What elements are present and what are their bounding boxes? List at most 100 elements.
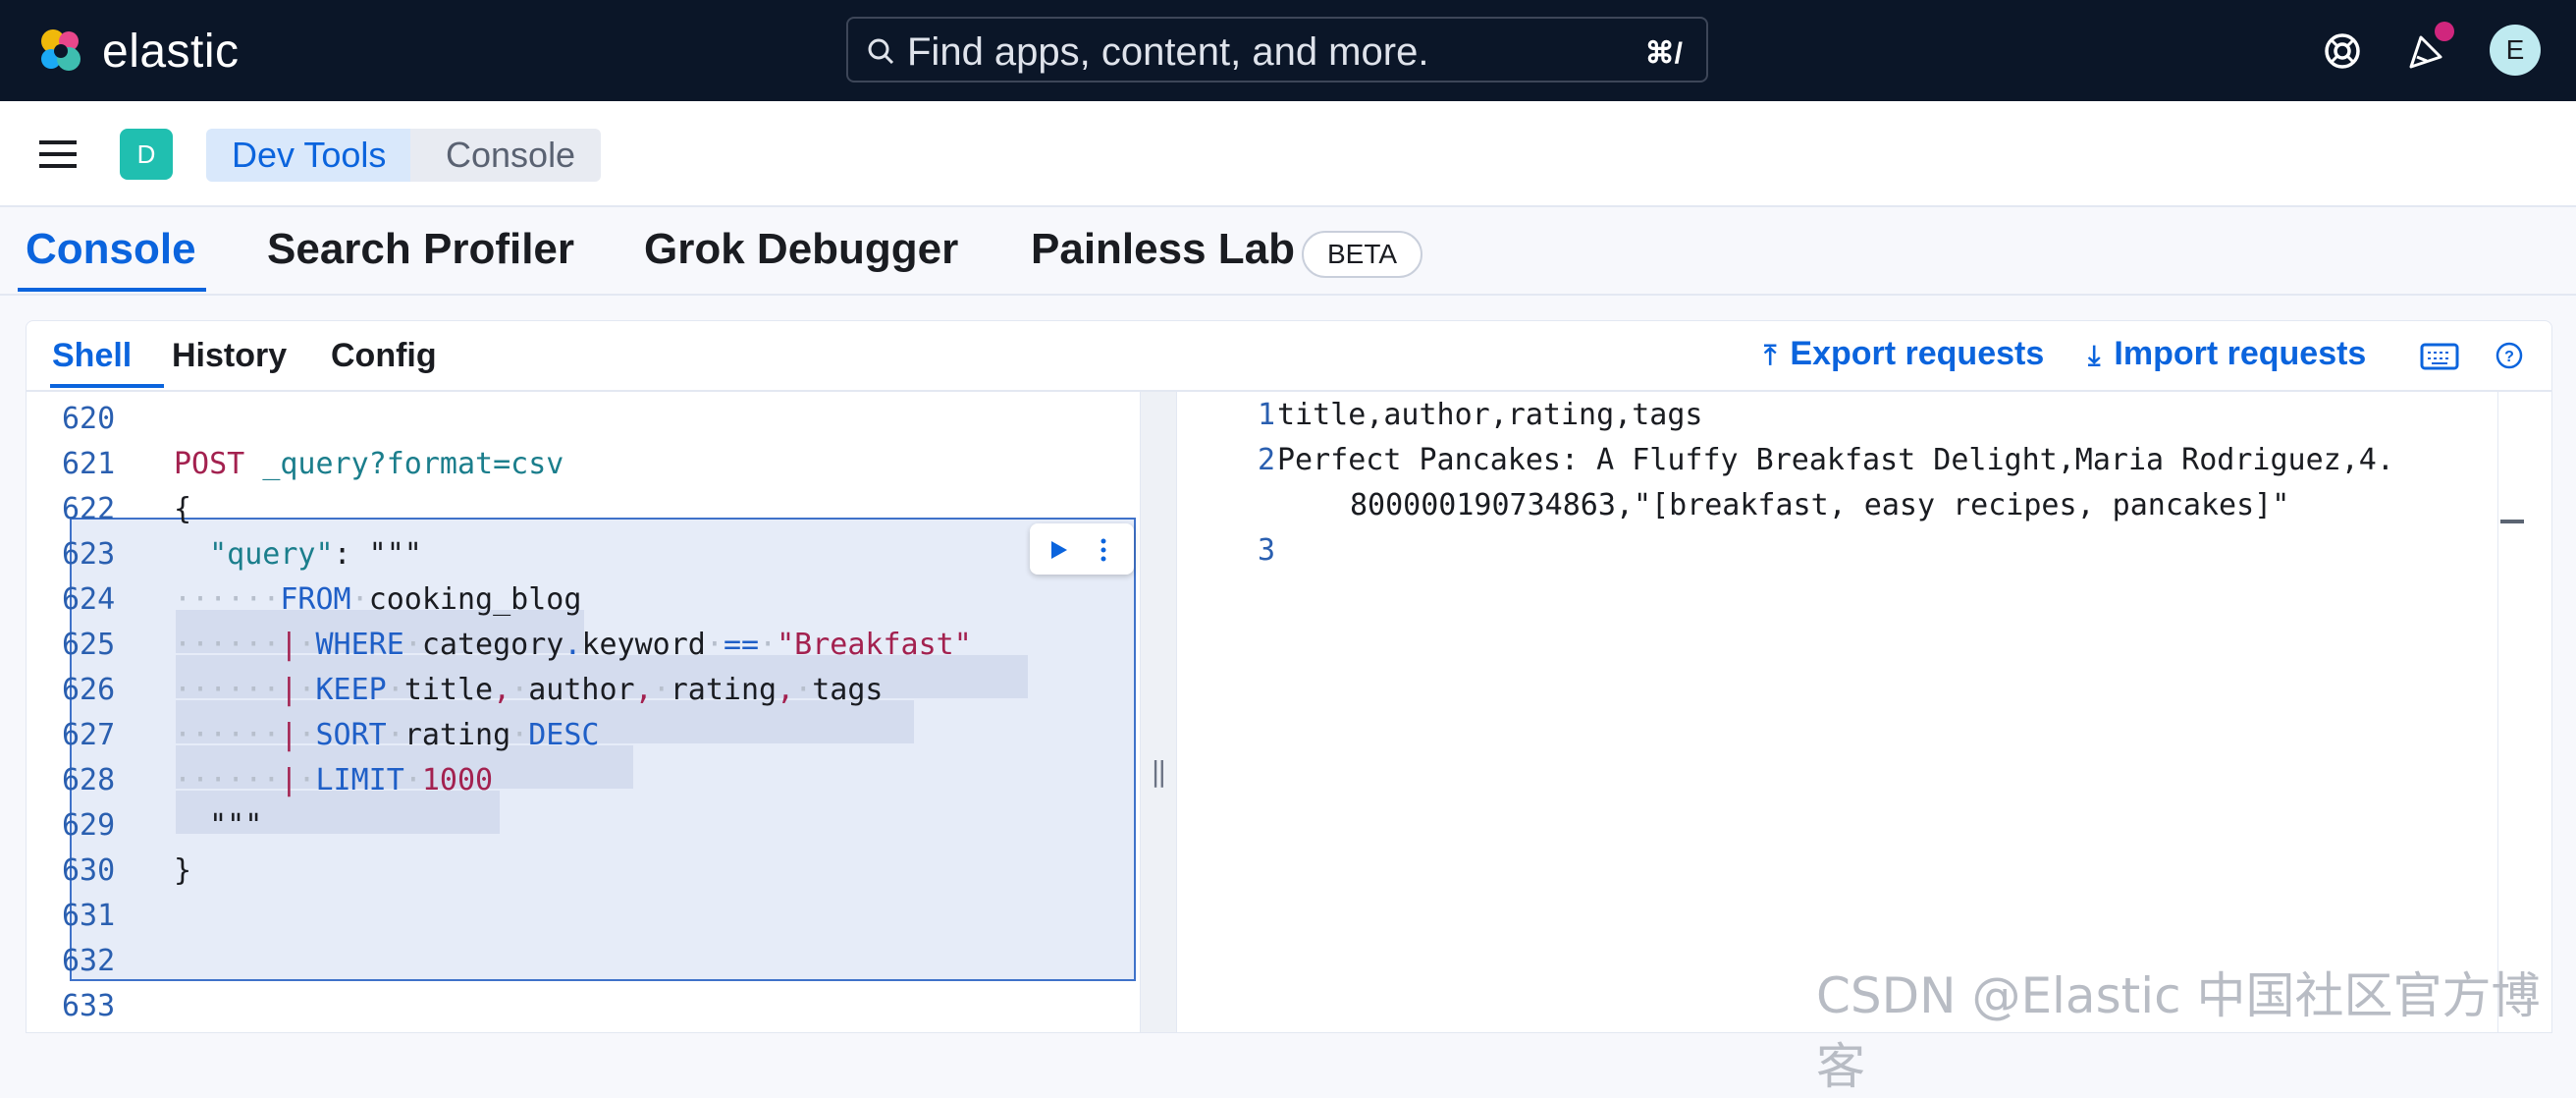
json-key: "query" — [209, 537, 334, 572]
code-line: 626 ······|·KEEP·title,·author,·rating,·… — [62, 673, 884, 707]
export-requests-button[interactable]: ⤒ Export requests — [1764, 335, 2044, 373]
http-method: POST — [174, 447, 245, 481]
code-brace: { — [174, 492, 192, 526]
global-search[interactable]: Find apps, content, and more. ⌘/ — [846, 17, 1708, 82]
import-icon: ⤓ — [2088, 340, 2101, 370]
esql-pipe: | — [280, 628, 298, 662]
line-number: 629 — [62, 808, 116, 843]
esql-subfield: keyword — [581, 628, 706, 662]
subtab-config[interactable]: Config — [331, 337, 437, 375]
line-number: 631 — [62, 899, 116, 933]
top-header: elastic Find apps, content, and more. ⌘/… — [0, 0, 2576, 101]
esql-pipe: | — [280, 763, 298, 797]
notification-dot — [2435, 22, 2454, 41]
dev-tools-tabs: Console Search Profiler Grok Debugger Pa… — [0, 205, 2576, 296]
export-icon: ⤒ — [1764, 340, 1777, 370]
esql-source: cooking_blog — [368, 582, 582, 617]
esql-number: 1000 — [421, 763, 494, 797]
elastic-logo[interactable]: elastic — [33, 24, 240, 79]
code-line: 628 ······|·LIMIT·1000 — [62, 763, 494, 797]
esql-field: rating — [403, 718, 511, 752]
response-output[interactable]: 1 title,author,rating,tags 2 Perfect Pan… — [1177, 392, 2524, 1032]
code-brace: } — [174, 853, 192, 888]
help-ring-icon[interactable] — [2319, 27, 2366, 75]
json-separator: : """ — [333, 537, 422, 572]
line-number: 627 — [62, 718, 116, 752]
elastic-cluster-icon — [41, 29, 80, 71]
request-path: _query?format=csv — [262, 447, 564, 481]
kebab-icon[interactable] — [1099, 537, 1108, 563]
tab-grok-debugger[interactable]: Grok Debugger — [644, 225, 958, 274]
breadcrumb-dev-tools[interactable]: Dev Tools — [206, 129, 412, 182]
resize-grip-icon: ‖ — [1151, 755, 1167, 788]
esql-field: rating — [670, 673, 778, 707]
code-line: 627 ······|·SORT·rating·DESC — [62, 718, 600, 752]
esql-keyword: DESC — [528, 718, 600, 752]
esql-keyword: FROM — [280, 582, 351, 617]
beta-badge: BETA — [1302, 231, 1423, 278]
code-line: 633 — [27, 989, 1140, 1032]
line-number: 625 — [62, 628, 116, 662]
esql-field: tags — [812, 673, 884, 707]
line-number: 633 — [62, 989, 116, 1023]
search-icon — [868, 38, 894, 65]
export-label: Export requests — [1790, 335, 2045, 372]
code-line: 621 POST _query?format=csv — [27, 447, 1140, 492]
keyboard-icon[interactable] — [2420, 343, 2459, 370]
code-line: 624 ······FROM·cooking_blog — [62, 582, 582, 617]
line-number: 620 — [62, 402, 116, 436]
play-icon[interactable] — [1049, 539, 1069, 561]
subtab-active-indicator — [50, 384, 164, 388]
import-label: Import requests — [2114, 335, 2367, 372]
esql-field: author — [528, 673, 635, 707]
line-number: 622 — [62, 492, 116, 526]
esql-operator: == — [723, 628, 760, 662]
esql-comma: , — [634, 673, 653, 707]
esql-dot: . — [564, 628, 582, 662]
import-requests-button[interactable]: ⤓ Import requests — [2088, 335, 2366, 373]
menu-icon[interactable] — [39, 138, 79, 170]
line-number: 628 — [62, 763, 116, 797]
subtab-history[interactable]: History — [172, 337, 287, 375]
line-number: 630 — [62, 853, 116, 888]
esql-keyword: KEEP — [315, 673, 387, 707]
code-line: 632 — [27, 944, 1140, 989]
pane-resizer[interactable]: ‖ — [1140, 392, 1177, 1032]
console-subtabs: Shell History Config ⤒ Export requests ⤓ I… — [27, 321, 2551, 392]
esql-keyword: LIMIT — [315, 763, 404, 797]
esql-pipe: | — [280, 673, 298, 707]
search-shortcut: ⌘/ — [1644, 37, 1683, 70]
line-number: 621 — [62, 447, 116, 481]
line-number: 632 — [62, 944, 116, 978]
esql-field: category — [421, 628, 564, 662]
breadcrumb-separator — [393, 129, 412, 182]
brand-name: elastic — [102, 25, 240, 78]
code-line: 629 """ — [27, 808, 1140, 853]
tab-painless-lab[interactable]: Painless Lab — [1031, 225, 1295, 274]
tab-search-profiler[interactable]: Search Profiler — [267, 225, 574, 274]
svg-text:?: ? — [2504, 349, 2514, 365]
code-line: 625 ······|·WHERE·category.keyword·==·"B… — [62, 628, 972, 662]
watermark: CSDN @Elastic 中国社区官方博客 — [1816, 967, 2541, 1095]
subtab-shell[interactable]: Shell — [52, 337, 132, 375]
request-actions — [1030, 523, 1134, 575]
line-number: 2 — [1257, 443, 1275, 477]
search-placeholder: Find apps, content, and more. — [907, 30, 1429, 74]
esql-comma: , — [777, 673, 795, 707]
help-icon[interactable]: ? — [2495, 341, 2524, 370]
esql-string: "Breakfast" — [777, 628, 972, 662]
code-line: 631 — [27, 899, 1140, 944]
space-avatar[interactable]: D — [120, 129, 173, 180]
scroll-position-marker — [2500, 520, 2524, 523]
user-avatar[interactable]: E — [2490, 25, 2541, 76]
tab-console[interactable]: Console — [26, 225, 196, 274]
esql-keyword: WHERE — [315, 628, 404, 662]
console-panel: Shell History Config ⤒ Export requests ⤓ I… — [26, 320, 2552, 1033]
code-line: 620 — [27, 402, 1140, 447]
line-number: 3 — [1257, 533, 1275, 568]
triple-quote: """ — [209, 808, 263, 843]
output-scrollbar[interactable] — [2497, 392, 2524, 1032]
tab-active-indicator — [18, 288, 206, 292]
request-editor[interactable]: 620 621 POST _query?format=csv 622 { 623… — [27, 392, 1140, 1032]
line-number: 624 — [62, 582, 116, 617]
